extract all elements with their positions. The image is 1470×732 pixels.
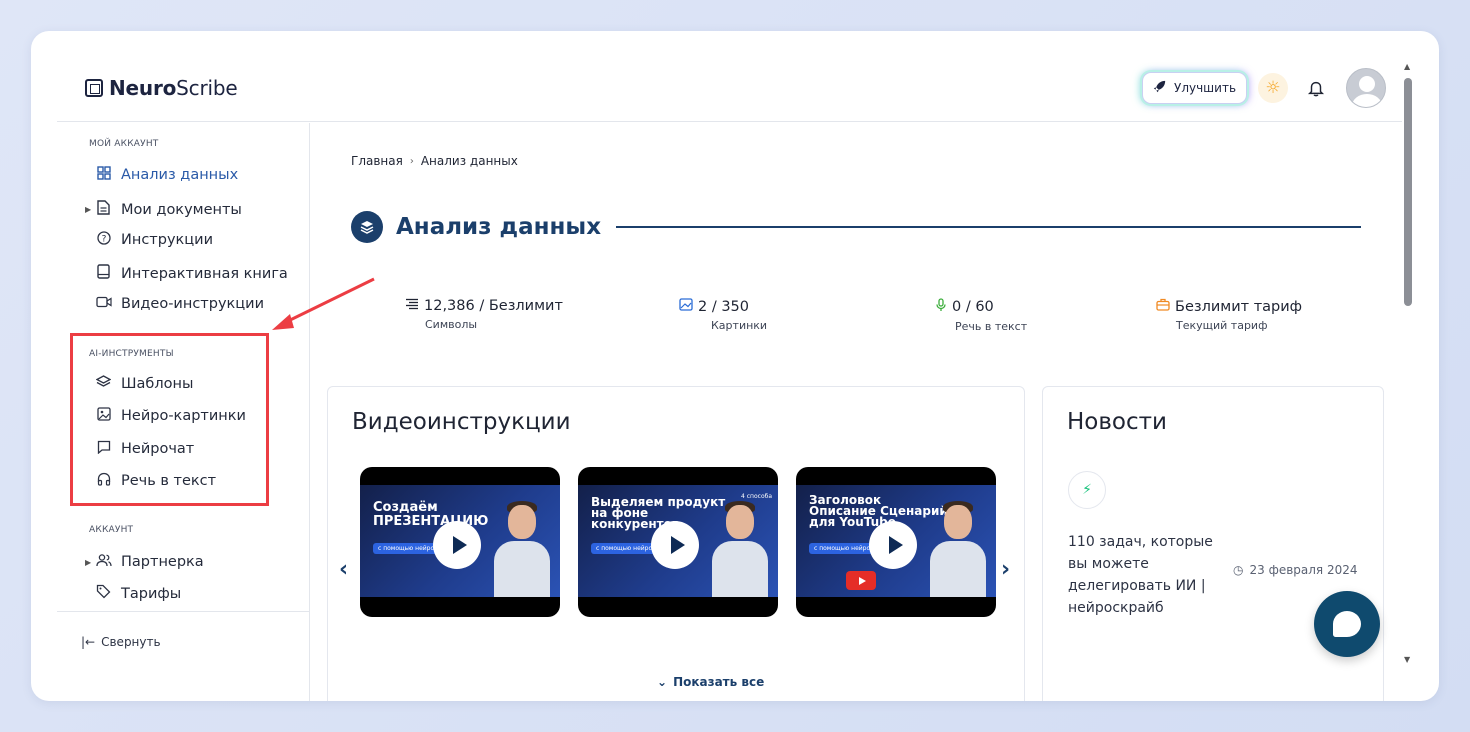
presenter-image: [492, 499, 552, 597]
lightning-icon: ⚡: [1068, 471, 1106, 509]
sidebar-item-instructions[interactable]: ? Инструкции: [95, 231, 213, 249]
sidebar-item-label: Партнерка: [121, 554, 204, 570]
stat-label: Символы: [425, 318, 478, 331]
play-icon[interactable]: [433, 521, 481, 569]
video-thumbnail[interactable]: Выделяем продукт на фоне конкурентов с п…: [578, 467, 778, 617]
scrollbar[interactable]: ▲ ▼: [1403, 62, 1413, 670]
stat-value: 12,386 / Безлимит: [424, 298, 563, 314]
microphone-icon: [935, 298, 947, 316]
sidebar-item-analytics[interactable]: Анализ данных: [95, 166, 238, 184]
logo-icon: [85, 79, 103, 97]
logo-bold-text: Neuro: [109, 76, 177, 100]
collapse-button[interactable]: |← Свернуть: [81, 635, 161, 649]
stat-images: 2 / 350 Картинки: [679, 298, 767, 332]
users-icon: [95, 553, 112, 571]
upgrade-button[interactable]: Улучшить: [1142, 72, 1248, 104]
breadcrumb-home[interactable]: Главная: [351, 154, 403, 168]
chevron-left-icon[interactable]: ‹: [339, 557, 348, 582]
videos-card-title: Видеоинструкции: [352, 409, 571, 435]
chevron-right-icon[interactable]: ›: [1001, 557, 1010, 582]
image-icon: [679, 298, 693, 315]
video-thumbnail[interactable]: Заголовок Описание Сценарий для YouTube …: [796, 467, 996, 617]
sidebar-item-documents[interactable]: ▶ Мои документы: [85, 200, 242, 219]
stat-speech: 0 / 60 Речь в текст: [935, 298, 1027, 333]
chevron-right-icon: ›: [409, 155, 414, 167]
sidebar-item-partner[interactable]: ▶ Партнерка: [85, 553, 204, 571]
title-divider: [616, 226, 1361, 228]
avatar[interactable]: [1346, 68, 1386, 108]
scroll-thumb[interactable]: [1404, 78, 1412, 306]
stat-value: Безлимит тариф: [1175, 298, 1303, 315]
clock-icon: ◷: [1233, 563, 1244, 577]
caret-right-icon: ▶: [85, 205, 92, 214]
page-title: Анализ данных: [396, 214, 602, 240]
play-icon[interactable]: [869, 521, 917, 569]
sidebar-item-label: Инструкции: [121, 232, 214, 248]
sidebar-item-book[interactable]: Интерактивная книга: [95, 264, 288, 283]
play-icon[interactable]: [651, 521, 699, 569]
youtube-icon: [846, 571, 876, 590]
stat-value: 0 / 60: [952, 299, 994, 315]
briefcase-icon: [1156, 298, 1170, 315]
scroll-down-icon[interactable]: ▼: [1404, 655, 1410, 664]
show-all-button[interactable]: ⌄ Показать все: [657, 675, 764, 689]
logo[interactable]: NeuroScribe: [85, 76, 238, 100]
scroll-up-icon[interactable]: ▲: [1404, 62, 1410, 71]
stat-label: Речь в текст: [955, 320, 1028, 333]
sidebar-item-label: Мои документы: [121, 201, 242, 218]
caret-right-icon: ▶: [85, 557, 92, 567]
stat-characters: 12,386 / Безлимит Символы: [405, 298, 563, 331]
stat-tariff: Безлимит тариф Текущий тариф: [1156, 298, 1302, 332]
sidebar-item-video-instructions[interactable]: Видео-инструкции: [95, 296, 264, 312]
news-date-text: 23 февраля 2024: [1249, 563, 1358, 577]
collapse-arrow-icon: |←: [81, 635, 96, 649]
sidebar-section-title: МОЙ АККАУНТ: [89, 139, 159, 149]
tag-icon: [95, 584, 112, 603]
sidebar-divider: [57, 611, 310, 612]
grid-icon: [95, 166, 112, 184]
highlight-annotation: [70, 333, 269, 506]
news-item-text[interactable]: 110 задач, которые вы можете делегироват…: [1068, 531, 1218, 619]
video-icon: [95, 296, 112, 312]
sidebar-section-title: АККАУНТ: [89, 525, 134, 535]
news-card-title: Новости: [1067, 409, 1167, 435]
breadcrumb-current: Анализ данных: [420, 154, 518, 168]
stat-label: Текущий тариф: [1176, 319, 1268, 332]
svg-text:?: ?: [101, 235, 106, 245]
show-all-label: Показать все: [673, 675, 765, 689]
logo-regular-text: Scribe: [176, 76, 238, 100]
sun-icon[interactable]: ☼: [1258, 73, 1288, 103]
upgrade-label: Улучшить: [1174, 81, 1237, 95]
presenter-image: [928, 499, 988, 597]
sidebar-item-tariffs[interactable]: Тарифы: [95, 584, 181, 603]
collapse-label: Свернуть: [101, 635, 161, 649]
rocket-icon: [1153, 80, 1166, 96]
stat-label: Картинки: [711, 319, 768, 332]
page-title-row: Анализ данных: [351, 211, 1361, 243]
sidebar-item-label: Видео-инструкции: [121, 296, 265, 312]
stack-icon: [351, 211, 383, 243]
chevron-down-icon: ⌄: [657, 675, 668, 689]
text-lines-icon: [405, 298, 419, 314]
help-circle-icon: ?: [95, 231, 112, 249]
news-item-date: ◷ 23 февраля 2024: [1233, 563, 1358, 577]
document-icon: [95, 200, 112, 219]
video-thumbnail[interactable]: Создаём ПРЕЗЕНТАЦИЮ с помощью нейросети: [360, 467, 560, 617]
header: NeuroScribe Улучшить ☼: [57, 31, 1402, 122]
bell-icon[interactable]: [1303, 75, 1329, 101]
breadcrumb: Главная › Анализ данных: [351, 154, 518, 168]
chat-widget-button[interactable]: [1314, 591, 1380, 657]
stat-value: 2 / 350: [698, 298, 750, 315]
annotation-arrow: [272, 277, 375, 330]
sidebar-item-label: Тарифы: [121, 585, 182, 602]
sidebar-item-label: Анализ данных: [121, 167, 239, 183]
presenter-image: [710, 499, 770, 597]
book-icon: [95, 264, 112, 283]
